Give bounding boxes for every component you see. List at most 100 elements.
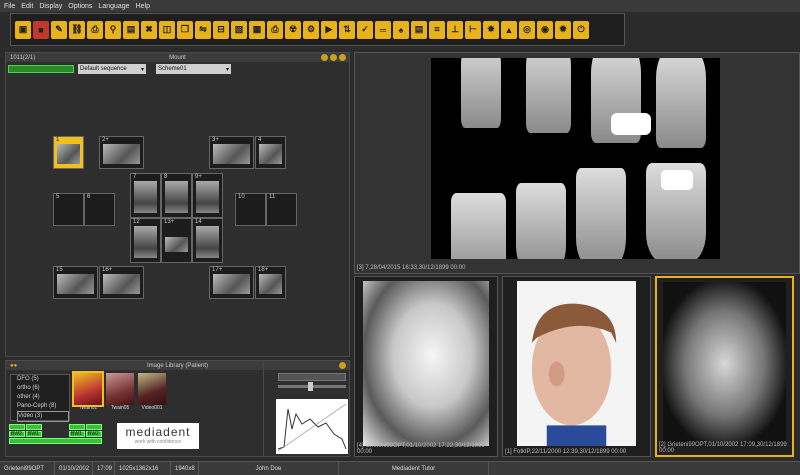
patient-icon[interactable]: ▣ xyxy=(15,20,31,39)
ceph-thumbnail-selected[interactable]: [2] Grieteni99OPT,01/10/2002 17:09,30/12… xyxy=(655,276,794,457)
print-icon[interactable]: ⎙ xyxy=(267,20,283,39)
menu-language[interactable]: Language xyxy=(98,3,129,10)
lips-icon[interactable]: ◉ xyxy=(537,20,553,39)
lamp-icon[interactable]: ✸ xyxy=(483,20,499,39)
mount-slot[interactable]: 17+ xyxy=(209,266,254,299)
photo-thumbnail[interactable]: [1] FotkIP,22/11/2000 12:39,30/12/1899 0… xyxy=(502,276,651,457)
mount-slot[interactable]: 14 xyxy=(192,218,223,263)
tree-item[interactable]: other (4) xyxy=(17,393,69,402)
panel-button[interactable] xyxy=(321,54,328,61)
scheme-select[interactable]: Scheme01 xyxy=(156,64,231,74)
crop-icon[interactable]: ⌗ xyxy=(429,20,445,39)
menu-edit[interactable]: Edit xyxy=(21,3,33,10)
bitewing-mount-preview[interactable]: BW2 BW1 BW1 BW2 xyxy=(9,424,104,446)
mount-slot[interactable]: 1 xyxy=(53,136,84,169)
ruler-icon[interactable]: ⊢ xyxy=(465,20,481,39)
panel-button[interactable] xyxy=(339,54,346,61)
gear-icon[interactable]: ✹ xyxy=(555,20,571,39)
stamp-icon[interactable]: ✓ xyxy=(357,20,373,39)
panel-button[interactable] xyxy=(339,362,346,369)
document-icon[interactable]: ▤ xyxy=(411,20,427,39)
ceph-thumbnail[interactable]: [4] Grieteni99OPT,01/10/2002 17:22,30/12… xyxy=(354,276,498,457)
power-icon[interactable]: ⏻ xyxy=(573,20,589,39)
measure-icon[interactable]: ⊥ xyxy=(447,20,463,39)
cone-icon[interactable]: ▲ xyxy=(501,20,517,39)
histogram[interactable] xyxy=(276,399,348,454)
mount-slot[interactable]: 5 xyxy=(53,193,84,226)
ceph-xray-image xyxy=(663,282,786,445)
thumb-caption: [2] Grieteni99OPT,01/10/2002 17:09,30/12… xyxy=(659,442,787,454)
mount-slot[interactable]: 12 xyxy=(130,218,161,263)
mount-slot[interactable]: 16+ xyxy=(99,266,144,299)
mount-slot[interactable]: 15 xyxy=(53,266,98,299)
thumb-caption: [4] Grieteni99OPT,01/10/2002 17:22,30/12… xyxy=(357,443,485,455)
mount-slot[interactable]: 9+ xyxy=(192,173,223,218)
mirror-icon[interactable]: ⇋ xyxy=(195,20,211,39)
edit-icon[interactable]: ✎ xyxy=(51,20,67,39)
toolbar: ▣ ■ ✎ ⛓ ⎙ ⚲ ▤ ✖ ◫ ❐ ⇋ ⊟ ▧ ▦ ⎙ ☢ ⚙ ▶ ⇅ ✓ … xyxy=(10,13,625,46)
tooth-icon[interactable]: ♠ xyxy=(393,20,409,39)
menu-file[interactable]: File xyxy=(4,3,15,10)
status-dimensions: 1025x1362x16 xyxy=(115,462,171,475)
copy-icon[interactable]: ❐ xyxy=(177,20,193,39)
menu-display[interactable]: Display xyxy=(39,3,62,10)
mount-panel: 1011(2/1) Mount Default sequence Scheme0… xyxy=(5,52,350,357)
status-user: John Doe xyxy=(199,462,339,475)
database-icon[interactable]: ■ xyxy=(33,20,49,39)
patient-photo xyxy=(517,281,636,446)
settings-icon[interactable]: ⚙ xyxy=(303,20,319,39)
status-file: Grieteni99OPT xyxy=(0,462,55,475)
video-thumbnail[interactable]: Twain02 xyxy=(72,371,104,411)
image-icon[interactable]: ▧ xyxy=(231,20,247,39)
ceph-xray-image xyxy=(363,281,489,446)
video-thumbnail[interactable]: Video001 xyxy=(138,373,166,411)
menu-bar: File Edit Display Options Language Help xyxy=(0,0,800,12)
layout-icon[interactable]: ▦ xyxy=(249,20,265,39)
thumb-caption: [1] FotkIP,22/11/2000 12:39,30/12/1899 0… xyxy=(505,449,627,455)
status-time: 17:09 xyxy=(93,462,115,475)
main-viewer: [3] 7,28/04/2015 16:33,30/12/1899 00:00 xyxy=(354,52,800,274)
sequence-indicator xyxy=(8,65,74,73)
status-date: 01/10/2002 xyxy=(55,462,93,475)
compare-icon[interactable]: ⇅ xyxy=(339,20,355,39)
split-icon[interactable]: ⊟ xyxy=(213,20,229,39)
open-icon[interactable]: ◫ xyxy=(159,20,175,39)
mount-slot[interactable]: 10 xyxy=(235,193,266,226)
video-icon[interactable]: ▶ xyxy=(321,20,337,39)
mount-slot[interactable]: 18+ xyxy=(255,266,286,299)
adjust-header xyxy=(264,361,349,370)
mount-slot[interactable]: 7 xyxy=(130,173,161,218)
save-icon[interactable]: ▤ xyxy=(123,20,139,39)
link-icon[interactable]: ⛓ xyxy=(69,20,85,39)
mount-slot[interactable]: 3+ xyxy=(209,136,254,169)
library-tree[interactable]: DFO (5) ortho (6) other (4) Pano-Ceph (8… xyxy=(10,374,70,422)
sensor-icon[interactable]: ═ xyxy=(375,20,391,39)
video-thumbnail[interactable]: Twain05 xyxy=(106,373,134,411)
bitewing-xray-image[interactable] xyxy=(431,58,720,259)
mount-slot[interactable]: 4 xyxy=(255,136,286,169)
main-viewer-caption: [3] 7,28/04/2015 16:33,30/12/1899 00:00 xyxy=(357,265,466,271)
image-adjust-panel xyxy=(263,360,350,457)
contrast-slider[interactable] xyxy=(278,382,346,391)
rings-icon[interactable]: ◎ xyxy=(519,20,535,39)
search-icon[interactable]: ⚲ xyxy=(105,20,121,39)
brightness-slider[interactable] xyxy=(278,373,346,381)
mount-slot[interactable]: 8 xyxy=(161,173,192,218)
tree-item-selected[interactable]: Video (3) xyxy=(17,411,69,422)
menu-help[interactable]: Help xyxy=(136,3,150,10)
sequence-select[interactable]: Default sequence xyxy=(78,64,146,74)
mount-slot[interactable]: 13+ xyxy=(161,218,192,263)
tree-item[interactable]: Pano-Ceph (8) xyxy=(17,402,69,411)
menu-options[interactable]: Options xyxy=(68,3,92,10)
scan-icon[interactable]: ⎙ xyxy=(87,20,103,39)
radiation-icon[interactable]: ☢ xyxy=(285,20,301,39)
tree-item[interactable]: DFO (5) xyxy=(17,375,69,384)
delete-icon[interactable]: ✖ xyxy=(141,20,157,39)
panel-button[interactable] xyxy=(330,54,337,61)
mount-slot[interactable]: 2+ xyxy=(99,136,144,169)
mount-header: 1011(2/1) Mount xyxy=(6,53,349,62)
mount-slot[interactable]: 6 xyxy=(84,193,115,226)
status-resolution: 1940x8 xyxy=(171,462,199,475)
mount-slot[interactable]: 11 xyxy=(266,193,297,226)
tree-item[interactable]: ortho (6) xyxy=(17,384,69,393)
